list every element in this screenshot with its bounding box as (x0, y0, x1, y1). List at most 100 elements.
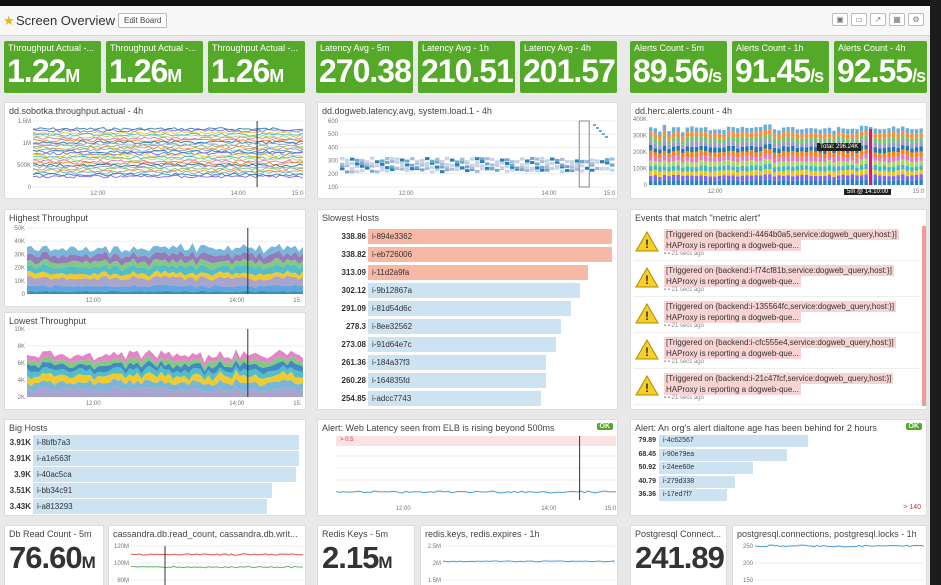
alerts-5m-tile[interactable]: Alerts Count - 5m 89.56/s (630, 41, 727, 93)
event-title[interactable]: [Triggered on {backend:i-cfc555e4,servic… (664, 337, 896, 348)
latency-graph-panel[interactable]: dd.dogweb.latency.avg, system.load.1 - 4… (317, 102, 618, 199)
stacked-bar-segment (768, 159, 772, 164)
slowest-host-row[interactable]: 254.85 i-adcc7743 (322, 391, 612, 406)
throughput-graph-panel[interactable]: dd.sobotka.throughput.actual - 4h 1.5M 1M… (4, 102, 306, 199)
slowest-host-row[interactable]: 291.09 i-81d54d6c (322, 301, 612, 316)
event-item[interactable]: ! [Triggered on {backend:i-21c47fcf,servi… (634, 370, 921, 405)
slowest-host-row[interactable]: 261.36 i-184a37f3 (322, 355, 612, 370)
event-title[interactable]: [Triggered on {backend:i-f74cf81b,servic… (664, 265, 894, 276)
dialtone-host-row[interactable]: 40.79 i-279d338 (631, 475, 921, 488)
stacked-bar-segment (905, 133, 910, 138)
edit-board-button[interactable]: Edit Board (118, 13, 168, 28)
stacked-bar-segment (855, 167, 859, 172)
events-panel[interactable]: Events that match "metric alert" ! [Trigg… (630, 209, 927, 410)
event-item[interactable]: ! [Triggered on {backend:i-cfc555e4,servi… (634, 334, 921, 369)
slowest-host-row[interactable]: 338.86 i-894e3362 (322, 229, 612, 244)
layout-icon[interactable]: ▦ (889, 13, 905, 26)
dialtone-host-row[interactable]: 79.89 i-4c62567 (631, 435, 921, 447)
slowest-host-row[interactable]: 260.28 i-164835fd (322, 373, 612, 388)
big-hosts-panel[interactable]: Big Hosts 3.91K i-8bfb7a3 3.91K i-a1e563f 3.… (4, 419, 306, 516)
stacked-bar-segment (791, 166, 795, 172)
stacked-bar-segment (667, 166, 671, 172)
big-host-row[interactable]: 3.91K i-8bfb7a3 (5, 435, 301, 450)
postgresql-graph-panel[interactable]: postgresql.connections, postgresql.locks… (732, 525, 927, 585)
big-host-row[interactable]: 3.91K i-a1e563f (5, 451, 301, 466)
slowest-host-row[interactable]: 278.3 i-8ee32562 (322, 319, 612, 334)
db-read-count-panel[interactable]: Db Read Count - 5m 76.60M (4, 525, 104, 585)
alerts-4h-tile[interactable]: Alerts Count - 4h 92.55/s (834, 41, 927, 93)
heatmap-cell (370, 156, 375, 160)
heatmap-cell (540, 165, 545, 169)
event-item[interactable]: ! [Triggered on {backend:i-f74cf81b,servi… (634, 262, 921, 297)
dialtone-host-row[interactable]: 68.45 i-90e79ea (631, 448, 921, 461)
dialtone-host-row[interactable]: 50.92 i-24ee60e (631, 462, 921, 474)
panel-title: Alert: An org's alert dialtone age has b… (635, 423, 877, 433)
alerts-graph-panel[interactable]: dd.herc.alerts.count - 4h 400K 300K 200K 10… (630, 102, 927, 199)
lowest-throughput-panel[interactable]: Lowest Throughput 10K 8K 6K 4K 2K 12:00 14:00 1… (4, 312, 306, 410)
event-item[interactable]: ! [Triggered on {backend:i-135564fc,servi… (634, 298, 921, 333)
alerts-1h-tile[interactable]: Alerts Count - 1h 91.45/s (732, 41, 829, 93)
event-item[interactable]: ! [Triggered on {backend:i-4464b0a5,servi… (634, 226, 921, 261)
star-icon[interactable]: ★ (3, 13, 15, 29)
heatmap-cell (510, 163, 515, 167)
throughput-4h-tile[interactable]: Throughput Actual -... 1.26M (208, 41, 305, 93)
gear-icon[interactable]: ⚙ (908, 13, 924, 26)
stacked-bar-segment (791, 171, 795, 177)
stacked-bar-segment (850, 160, 855, 165)
throughput-5m-tile[interactable]: Throughput Actual -... 1.22M (4, 41, 101, 93)
stacked-bar-segment (795, 156, 800, 162)
x-tick-label: 15:0 (604, 191, 616, 197)
dialtone-host-row[interactable]: 36.36 i-17ed7f7 (631, 489, 921, 501)
slowest-host-row[interactable]: 313.09 i-11d2a9fa (322, 265, 612, 280)
slowest-hosts-panel[interactable]: Slowest Hosts 338.86 i-894e3362 338.82 i-eb… (317, 209, 618, 410)
slowest-host-row[interactable]: 273.08 i-91d64e7c (322, 337, 612, 352)
x-tick-label: 14:00 (541, 191, 557, 197)
stacked-bar-segment (726, 131, 731, 136)
latency-5m-tile[interactable]: Latency Avg - 5m 270.38 (316, 41, 413, 93)
event-title[interactable]: [Triggered on {backend:i-21c47fcf,servic… (664, 373, 894, 384)
stacked-bar-segment (809, 150, 813, 156)
highest-throughput-panel[interactable]: Highest Throughput 50K 40K 30K 20K 10K 0 12:00… (4, 209, 306, 307)
stacked-bar-segment (740, 136, 745, 143)
heatmap-cell (580, 164, 585, 168)
cassandra-graph-panel[interactable]: cassandra.db.read_count, cassandra.db.wr… (108, 525, 306, 585)
stacked-bar-segment (919, 151, 923, 157)
stacked-bar-segment (777, 148, 781, 154)
x-tick-label: 14:00 (229, 298, 245, 304)
stacked-bar-segment (749, 141, 754, 146)
slowest-host-row[interactable]: 302.12 i-9b12867a (322, 283, 612, 298)
postgresql-connections-panel[interactable]: Postgresql Connect... 241.89 (630, 525, 727, 585)
slowest-host-row[interactable]: 338.82 i-eb726006 (322, 247, 612, 262)
events-scrollbar[interactable] (922, 226, 926, 406)
latency-1h-tile[interactable]: Latency Avg - 1h 210.51 (418, 41, 515, 93)
event-title[interactable]: [Triggered on {backend:i-135564fc,servic… (664, 301, 897, 312)
throughput-1h-tile[interactable]: Throughput Actual -... 1.26M (106, 41, 203, 93)
dialtone-alert-panel[interactable]: Alert: An org's alert dialtone age has b… (630, 419, 927, 516)
stacked-bar-segment (676, 136, 680, 142)
stacked-bar-segment (736, 133, 740, 138)
heatmap-cell (380, 168, 385, 172)
stacked-bar-segment (891, 171, 896, 177)
camera-icon[interactable]: ▣ (832, 13, 848, 26)
big-host-row[interactable]: 3.43K i-a813293 (5, 499, 301, 514)
latency-alert-panel[interactable]: Alert: Web Latency seen from ELB is risi… (317, 419, 618, 516)
event-title[interactable]: [Triggered on {backend:i-4464b0a5,servic… (664, 229, 899, 240)
stacked-bar-segment (891, 180, 896, 185)
stacked-bar-segment (763, 124, 767, 131)
stacked-bar-segment (708, 156, 712, 162)
stacked-bar-segment (658, 166, 662, 172)
big-host-row[interactable]: 3.51K i-bb34c91 (5, 483, 301, 498)
heatmap-cell (495, 168, 500, 172)
heatmap-cell (370, 162, 375, 166)
big-host-row[interactable]: 3.9K i-40ac5ca (5, 467, 301, 482)
redis-keys-panel[interactable]: Redis Keys - 5m 2.15M (317, 525, 415, 585)
stacked-bar-segment (694, 157, 699, 163)
stacked-bar-segment (846, 180, 850, 185)
share-icon[interactable]: ↗ (870, 13, 886, 26)
latency-4h-tile[interactable]: Latency Avg - 4h 201.57 (520, 41, 617, 93)
heatmap-cell (430, 165, 435, 169)
stacked-bar-segment (832, 166, 836, 172)
tv-icon[interactable]: ▭ (851, 13, 867, 26)
stacked-bar-segment (809, 142, 813, 147)
redis-graph-panel[interactable]: redis.keys, redis.expires - 1h 2.5M 2M 1.5… (420, 525, 618, 585)
